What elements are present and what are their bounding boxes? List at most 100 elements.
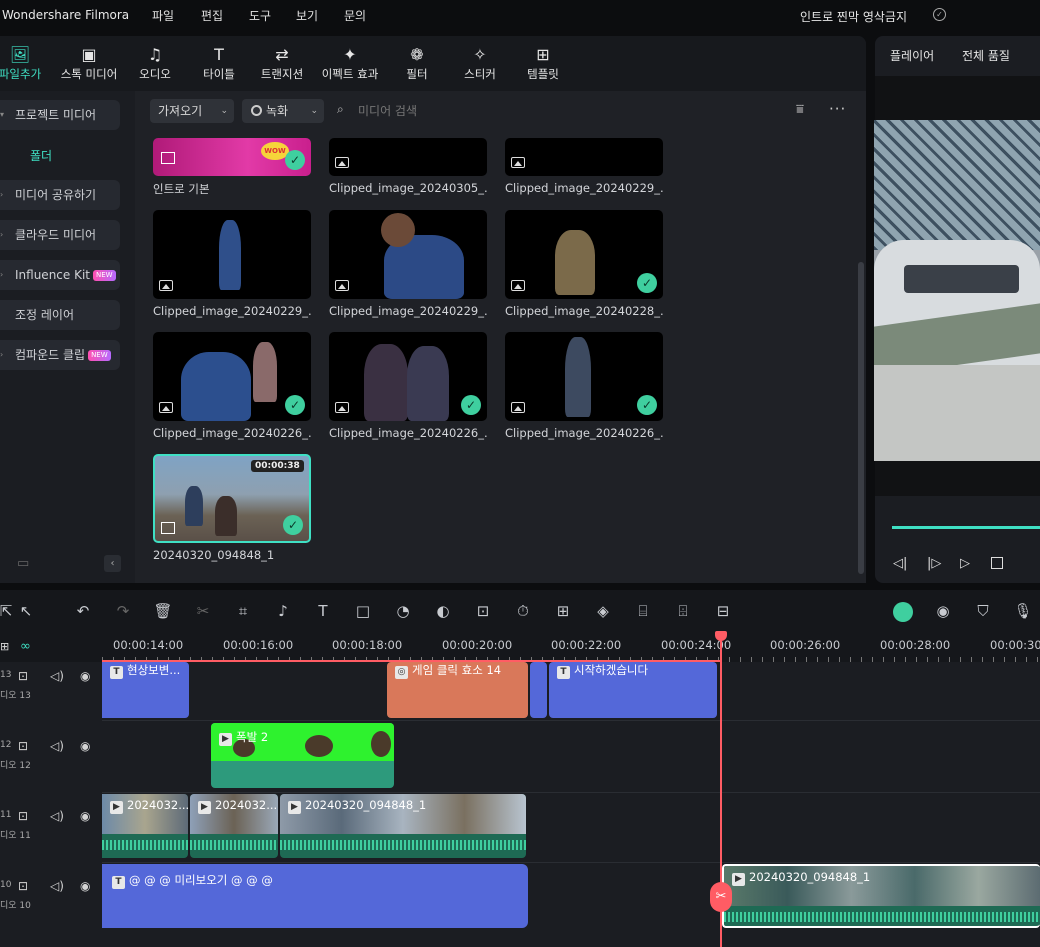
collapse-sidebar-button[interactable]: ‹	[104, 555, 121, 572]
filter-sort-icon[interactable]: ⩸	[796, 102, 804, 117]
effect-video-clip[interactable]: ▶ 폭발 2	[211, 723, 394, 788]
prev-frame-icon[interactable]: ◁|	[893, 556, 907, 571]
speaker-icon[interactable]: ◁)	[50, 809, 64, 823]
media-card-label: Clipped_image_20240226_...	[505, 426, 663, 440]
tab-stock-media[interactable]: ▣ 스톡 미디어	[52, 44, 126, 86]
media-card-0[interactable]: WOW ✓	[153, 138, 311, 176]
playback-progress[interactable]	[892, 526, 1040, 529]
lock-icon[interactable]: ⊡	[18, 809, 28, 823]
quality-dropdown[interactable]: 전체 품질	[962, 47, 1010, 64]
translate-icon[interactable]: ⌹	[673, 602, 693, 620]
selected-video-clip[interactable]: ▶ 20240320_094848_1	[722, 864, 1040, 928]
lock-icon[interactable]: ⊡	[18, 879, 28, 893]
timer-icon[interactable]: ⏱	[513, 602, 533, 620]
sidebar-item-adjustment-layer[interactable]: 조정 레이어	[0, 300, 120, 330]
media-card-2[interactable]	[505, 138, 663, 176]
video-clip[interactable]: ▶ 20240320_094848_1	[280, 794, 526, 858]
stop-icon[interactable]	[991, 557, 1003, 569]
select-tool-icon[interactable]: ⇱	[0, 602, 16, 620]
render-icon[interactable]: ◉	[933, 602, 953, 620]
sidebar-item-compound-clip[interactable]: › 컴파운드 클립 NEW	[0, 340, 120, 370]
record-dropdown[interactable]: 녹화 ⌄	[242, 99, 324, 123]
menu-view[interactable]: 보기	[296, 7, 318, 24]
effects-icon: ✦	[343, 45, 357, 64]
tab-import-media[interactable]: 🖼 파일추가	[0, 44, 57, 86]
link-icon[interactable]: ∞	[20, 639, 31, 654]
color-icon[interactable]: ◐	[433, 602, 453, 620]
freeze-icon[interactable]: ⊟	[713, 602, 733, 620]
menu-edit[interactable]: 편집	[201, 7, 223, 24]
media-card-5[interactable]: ✓	[505, 210, 663, 299]
media-card-9[interactable]: 00:00:38 ✓	[153, 454, 311, 543]
title-clip[interactable]: T 현상보변...	[102, 662, 189, 718]
time-tick: 00:00:18:00	[332, 638, 403, 652]
play-icon[interactable]: ▷	[960, 556, 970, 571]
search-icon: ⌕	[337, 102, 344, 116]
cut-icon[interactable]: ✂	[193, 602, 213, 620]
tab-effects[interactable]: ✦ 이펙트 효과	[313, 44, 387, 86]
tab-templates[interactable]: ⊞ 템플릿	[506, 44, 580, 86]
audio-icon[interactable]: ♪	[273, 602, 293, 620]
fit-icon[interactable]: ⊞	[553, 602, 573, 620]
import-dropdown[interactable]: 가져오기 ⌄	[150, 99, 234, 123]
media-card-1[interactable]	[329, 138, 487, 176]
preview-frame	[874, 120, 1040, 461]
track-header-13: 13 디오 13 ⊡ ◁) ◉	[0, 664, 102, 734]
tab-transitions[interactable]: ⇄ 트랜지션	[245, 44, 319, 86]
mic-icon[interactable]: 🎙	[1013, 602, 1033, 620]
media-card-7[interactable]: ✓	[329, 332, 487, 421]
lock-icon[interactable]: ⊡	[18, 669, 28, 683]
eye-icon[interactable]: ◉	[80, 809, 90, 823]
track-manage-icon[interactable]: ⊞	[0, 640, 9, 653]
tab-player[interactable]: 플레이어	[890, 47, 934, 64]
media-scrollbar[interactable]	[858, 262, 864, 574]
menu-tools[interactable]: 도구	[249, 7, 271, 24]
tab-audio[interactable]: ♫ 오디오	[118, 44, 192, 86]
speaker-icon[interactable]: ◁)	[50, 739, 64, 753]
video-clip[interactable]: ▶ 2024032...	[190, 794, 278, 858]
mask-icon[interactable]: □	[353, 602, 373, 620]
speed-icon[interactable]: ◔	[393, 602, 413, 620]
sidebar-item-cloud-media[interactable]: › 클라우드 미디어	[0, 220, 120, 250]
effect-clip[interactable]: ◎ 게임 클릭 효소 14	[387, 662, 528, 718]
eye-icon[interactable]: ◉	[80, 669, 90, 683]
speaker-icon[interactable]: ◁)	[50, 879, 64, 893]
redo-icon[interactable]: ↷	[113, 602, 133, 620]
speaker-icon[interactable]: ◁)	[50, 669, 64, 683]
sidebar-item-project-media[interactable]: ▾ 프로젝트 미디어	[0, 100, 120, 130]
keyframe-icon[interactable]: ◈	[593, 602, 613, 620]
menu-help[interactable]: 문의	[344, 7, 366, 24]
new-folder-icon[interactable]: ▭	[17, 556, 29, 571]
text-icon[interactable]: T	[313, 602, 333, 620]
sidebar-item-share-media[interactable]: › 미디어 공유하기	[0, 180, 120, 210]
undo-icon[interactable]: ↶	[73, 602, 93, 620]
media-card-6[interactable]: ✓	[153, 332, 311, 421]
split-scissors-icon[interactable]: ✂	[710, 882, 732, 912]
eye-icon[interactable]: ◉	[80, 879, 90, 893]
media-card-3[interactable]	[153, 210, 311, 299]
menu-file[interactable]: 파일	[152, 7, 174, 24]
video-clip[interactable]: ▶ 2024032...	[102, 794, 188, 858]
stabilize-icon[interactable]: ⊡	[473, 602, 493, 620]
sidebar-item-influence-kit[interactable]: › Influence Kit NEW	[0, 260, 120, 290]
crop-icon[interactable]: ⌗	[233, 602, 253, 620]
speech-text-icon[interactable]: ⌸	[633, 602, 653, 620]
checkmark-icon: ✓	[285, 150, 305, 170]
template-icon: ⊞	[536, 45, 550, 64]
more-options-icon[interactable]: ···	[829, 100, 846, 118]
sidebar-item-folder[interactable]: 폴더	[30, 147, 52, 164]
title-clip-small[interactable]	[530, 662, 547, 718]
media-card-8[interactable]: ✓	[505, 332, 663, 421]
next-frame-icon[interactable]: |▷	[927, 556, 941, 571]
eye-icon[interactable]: ◉	[80, 739, 90, 753]
ai-assistant-icon[interactable]	[893, 602, 913, 622]
delete-icon[interactable]: 🗑	[153, 602, 173, 620]
title-clip[interactable]: T 시작하겠습니다	[549, 662, 717, 718]
lock-icon[interactable]: ⊡	[18, 739, 28, 753]
image-icon	[159, 402, 173, 413]
media-card-4[interactable]	[329, 210, 487, 299]
marker-icon[interactable]: ⛉	[973, 602, 993, 620]
search-input[interactable]	[358, 99, 558, 123]
pointer-icon[interactable]: ↖	[16, 602, 36, 620]
title-clip[interactable]: T @ @ @ 미리보오기 @ @ @	[102, 864, 528, 928]
